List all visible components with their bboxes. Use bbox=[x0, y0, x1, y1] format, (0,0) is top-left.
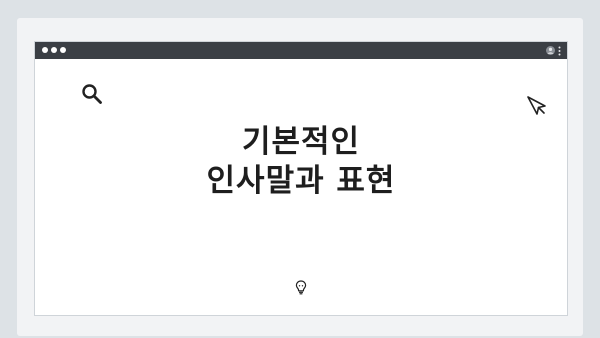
window-controls bbox=[546, 45, 561, 56]
minimize-dot[interactable] bbox=[51, 47, 57, 53]
page-title: 기본적인 인사말과 표현 bbox=[35, 123, 567, 201]
window-titlebar bbox=[35, 42, 567, 59]
title-line-2: 인사말과 표현 bbox=[206, 163, 396, 199]
window-traffic-lights bbox=[42, 47, 69, 53]
screen-background: 기본적인 인사말과 표현 bbox=[0, 0, 600, 338]
close-dot[interactable] bbox=[42, 47, 48, 53]
title-line-1: 기본적인 bbox=[241, 124, 361, 160]
browser-window: 기본적인 인사말과 표현 bbox=[34, 41, 568, 316]
more-options-icon[interactable] bbox=[558, 46, 561, 56]
maximize-dot[interactable] bbox=[60, 47, 66, 53]
search-icon bbox=[82, 84, 102, 104]
lightbulb-icon bbox=[295, 280, 307, 295]
user-icon[interactable] bbox=[546, 46, 555, 55]
cursor-arrow-icon bbox=[527, 96, 546, 115]
